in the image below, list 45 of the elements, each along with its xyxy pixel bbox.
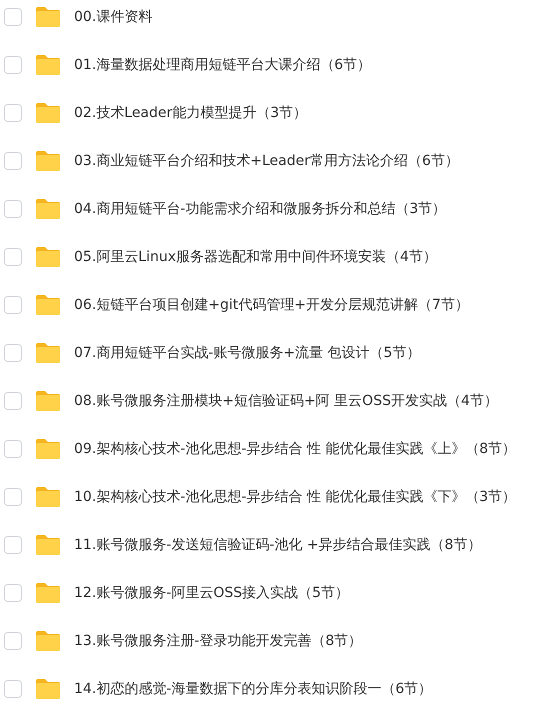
folder-icon <box>35 294 61 316</box>
folder-icon <box>35 582 61 604</box>
folder-icon <box>35 678 61 700</box>
checkbox[interactable] <box>4 344 22 362</box>
checkbox[interactable] <box>4 248 22 266</box>
checkbox[interactable] <box>4 536 22 554</box>
folder-icon <box>35 486 61 508</box>
folder-name[interactable]: 13.账号微服务注册-登录功能开发完善（8节） <box>74 632 362 650</box>
folder-icon <box>35 534 61 556</box>
checkbox[interactable] <box>4 632 22 650</box>
checkbox[interactable] <box>4 200 22 218</box>
folder-name[interactable]: 14.初恋的感觉-海量数据下的分库分表知识阶段一（6节） <box>74 680 432 698</box>
checkbox[interactable] <box>4 584 22 602</box>
checkbox[interactable] <box>4 296 22 314</box>
folder-icon <box>35 54 61 76</box>
folder-icon <box>35 390 61 412</box>
folder-name[interactable]: 02.技术Leader能力模型提升（3节） <box>74 104 308 122</box>
folder-name[interactable]: 12.账号微服务-阿里云OSS接入实战（5节） <box>74 584 350 602</box>
folder-name[interactable]: 09.架构核心技术-池化思想-异步结合 性 能优化最佳实践《上》（8节） <box>74 440 516 458</box>
folder-name[interactable]: 00.课件资料 <box>74 8 152 26</box>
checkbox[interactable] <box>4 488 22 506</box>
folder-icon <box>35 6 61 28</box>
folder-name[interactable]: 03.商业短链平台介绍和技术+Leader常用方法论介绍（6节） <box>74 152 459 170</box>
folder-name[interactable]: 05.阿里云Linux服务器选配和常用中间件环境安装（4节） <box>74 248 437 266</box>
folder-name[interactable]: 04.商用短链平台-功能需求介绍和微服务拆分和总结（3节） <box>74 200 446 218</box>
checkbox[interactable] <box>4 440 22 458</box>
folder-icon <box>35 438 61 460</box>
checkbox[interactable] <box>4 8 22 26</box>
folder-name[interactable]: 06.短链平台项目创建+git代码管理+开发分层规范讲解（7节） <box>74 296 469 314</box>
folder-name[interactable]: 10.架构核心技术-池化思想-异步结合 性 能优化最佳实践《下》（3节） <box>74 488 516 506</box>
folder-icon <box>35 342 61 364</box>
checkbox[interactable] <box>4 56 22 74</box>
folder-icon <box>35 198 61 220</box>
folder-icon <box>35 150 61 172</box>
checkbox[interactable] <box>4 680 22 698</box>
folder-name[interactable]: 07.商用短链平台实战-账号微服务+流量 包设计（5节） <box>74 344 420 362</box>
checkbox[interactable] <box>4 104 22 122</box>
folder-icon <box>35 630 61 652</box>
checkbox[interactable] <box>4 152 22 170</box>
folder-name[interactable]: 01.海量数据处理商用短链平台大课介绍（6节） <box>74 56 372 74</box>
folder-icon <box>35 102 61 124</box>
checkbox[interactable] <box>4 392 22 410</box>
folder-name[interactable]: 08.账号微服务注册模块+短信验证码+阿 里云OSS开发实战（4节） <box>74 392 498 410</box>
folder-name[interactable]: 11.账号微服务-发送短信验证码-池化 +异步结合最佳实践（8节） <box>74 536 482 554</box>
folder-icon <box>35 246 61 268</box>
